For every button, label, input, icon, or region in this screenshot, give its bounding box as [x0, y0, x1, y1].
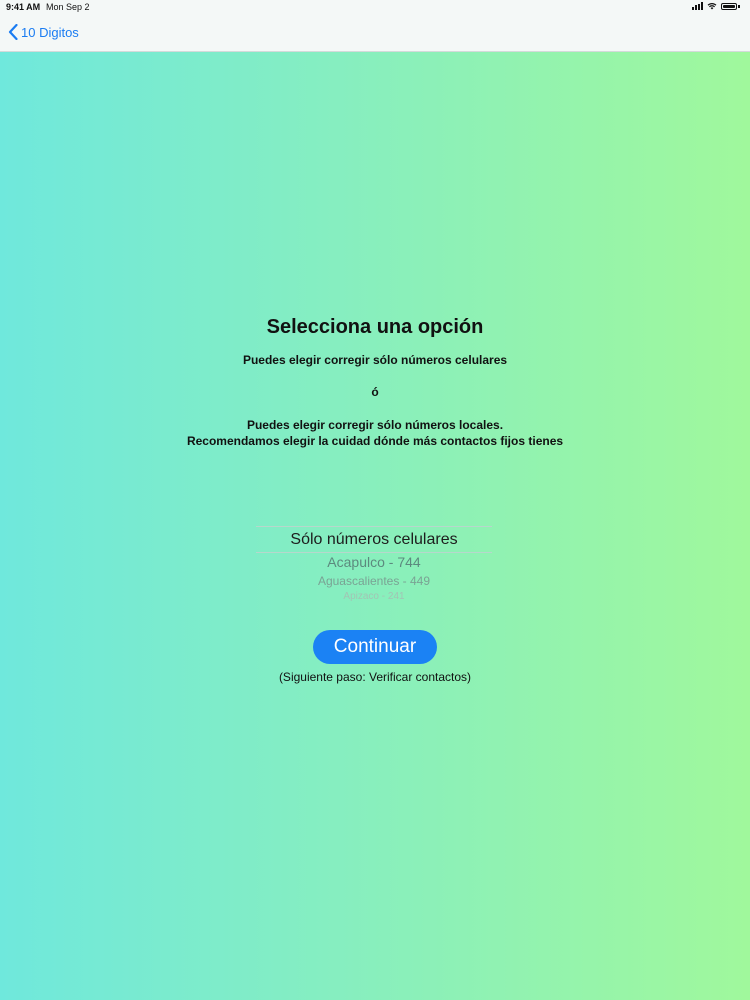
status-icons	[692, 2, 740, 10]
recommendation-text: Recomendamos elegir la cuidad dónde más …	[186, 434, 564, 448]
separator-text: ó	[371, 385, 379, 399]
back-label: 10 Digitos	[21, 24, 79, 40]
continue-button[interactable]: Continuar	[313, 630, 437, 664]
option-celulares-text: Puedes elegir corregir sólo números celu…	[242, 353, 508, 367]
wifi-icon	[707, 3, 717, 10]
back-button[interactable]: 10 Digitos	[8, 24, 79, 40]
battery-cap	[738, 4, 740, 8]
chevron-left-icon	[8, 24, 18, 40]
page-title: Selecciona una opción	[266, 316, 484, 338]
picker-selected-option[interactable]: Sólo números celulares	[256, 526, 492, 553]
next-step-hint: (Siguiente paso: Verificar contactos)	[278, 670, 472, 684]
battery-icon	[721, 2, 737, 10]
status-bar: 9:41 AM Mon Sep 2	[0, 0, 750, 14]
picker-option[interactable]: Acapulco - 744	[256, 554, 492, 570]
signal-icon	[692, 2, 703, 10]
city-picker[interactable]: Sólo números celulares Acapulco - 744 Ag…	[256, 526, 492, 602]
picker-option[interactable]: Apizaco - 241	[256, 591, 492, 602]
status-time: 9:41 AM	[6, 2, 41, 12]
option-locales-text: Puedes elegir corregir sólo números loca…	[246, 418, 504, 432]
navigation-bar: 10 Digitos	[0, 14, 750, 52]
status-date: Mon Sep 2	[46, 2, 90, 12]
picker-option[interactable]: Aguascalientes - 449	[256, 574, 492, 588]
